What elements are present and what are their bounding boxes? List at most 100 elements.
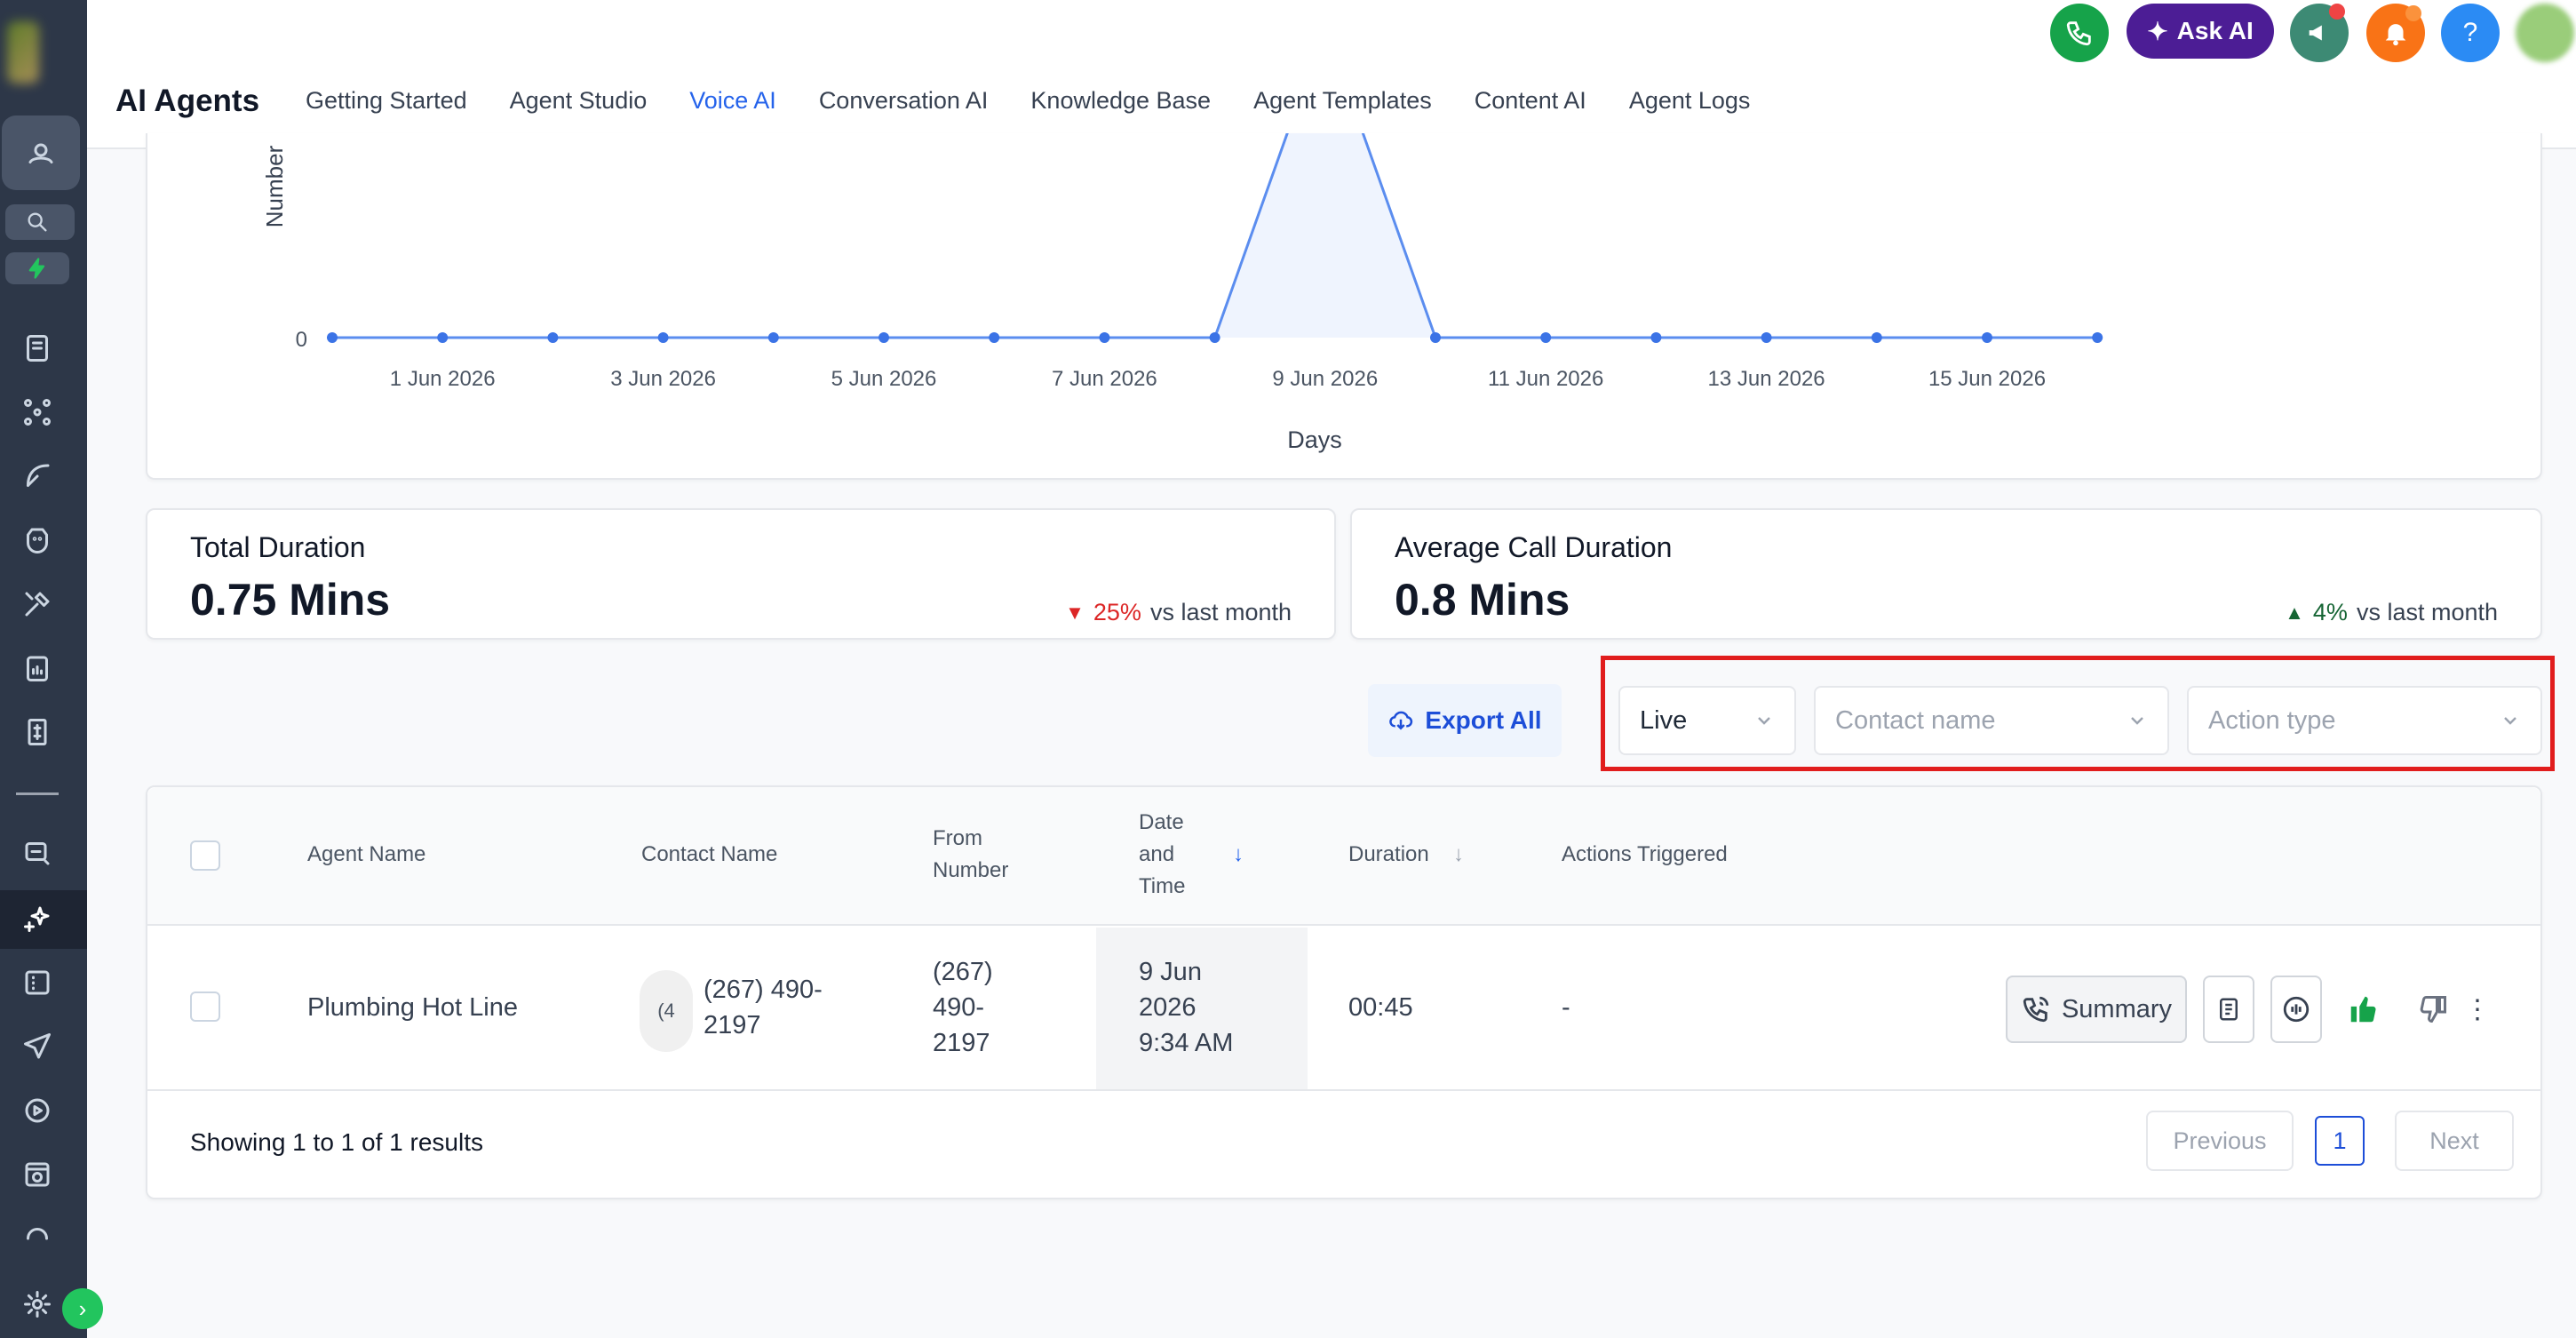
sidebar-item-ai-agents[interactable]	[18, 899, 57, 938]
thumbs-down-button[interactable]	[2407, 976, 2459, 1043]
sidebar-item-network[interactable]	[18, 393, 57, 432]
sort-desc-icon[interactable]: ↓	[1233, 839, 1244, 871]
sidebar-item-feather[interactable]	[18, 457, 57, 496]
trend-down-icon: ▼	[1065, 601, 1085, 624]
sidebar-item-marketing[interactable]	[18, 1027, 57, 1066]
help-button[interactable]: ?	[2441, 4, 2500, 62]
invoice-icon	[28, 719, 47, 745]
from-number: (267) 490- 2197	[933, 954, 993, 1061]
dog-icon	[27, 528, 48, 554]
data-point	[1982, 332, 1992, 343]
ask-ai-button[interactable]: ✦ Ask AI	[2127, 4, 2274, 59]
sidebar-item-settings[interactable]	[18, 1285, 57, 1324]
phone-icon	[2066, 21, 2091, 46]
calls-line-chart: 0 1 Jun 2026 3 Jun 2026 5 Jun 2026 7 Jun 202…	[261, 22, 2103, 453]
sort-icon[interactable]: ↓	[1453, 839, 1464, 871]
sidebar-item-web[interactable]	[18, 1155, 57, 1194]
col-actions-triggered: Actions Triggered	[1562, 842, 1728, 866]
col-date-time[interactable]: Date and Time	[1139, 807, 1185, 903]
col-duration[interactable]: Duration	[1348, 839, 1429, 871]
agent-name[interactable]: Plumbing Hot Line	[307, 990, 518, 1025]
recording-button[interactable]	[2270, 976, 2322, 1043]
sidebar-item-notebook[interactable]	[18, 329, 57, 368]
thumbs-up-button[interactable]	[2338, 976, 2389, 1043]
sidebar-item-pet[interactable]	[18, 521, 57, 560]
gear-icon	[24, 1291, 51, 1318]
more-options-icon[interactable]: ⋮	[2462, 976, 2493, 1043]
sidebar-item-tasks[interactable]	[18, 833, 57, 872]
col-agent-name[interactable]: Agent Name	[307, 839, 425, 871]
action-type-select[interactable]: Action type	[2187, 686, 2542, 755]
previous-page-button[interactable]: Previous	[2146, 1111, 2294, 1171]
quick-actions-button[interactable]	[5, 252, 69, 284]
row-checkbox[interactable]	[190, 992, 220, 1022]
phone-button[interactable]	[2050, 4, 2109, 62]
nav-tabs: Getting Started Agent Studio Voice AI Co…	[284, 80, 1771, 138]
sidebar-item-tools[interactable]	[18, 585, 57, 624]
export-all-button[interactable]: Export All	[1368, 684, 1562, 757]
tab-agent-templates[interactable]: Agent Templates	[1232, 80, 1453, 138]
x-tick-label: 11 Jun 2026	[1488, 367, 1603, 391]
notebook-icon	[27, 335, 48, 362]
stat-trend: ▲ 4% vs last month	[2285, 599, 2498, 626]
tab-voice-ai[interactable]: Voice AI	[668, 80, 798, 138]
summary-button[interactable]: Summary	[2006, 976, 2187, 1043]
header-line: Time	[1139, 874, 1186, 898]
tab-knowledge-base[interactable]: Knowledge Base	[1009, 80, 1232, 138]
stat-title: Total Duration	[190, 531, 366, 563]
x-tick-label: 3 Jun 2026	[610, 367, 716, 391]
data-point	[1761, 332, 1772, 343]
trend-percent: 4%	[2312, 599, 2348, 625]
tab-getting-started[interactable]: Getting Started	[284, 80, 489, 138]
trend-text: vs last month	[2356, 599, 2498, 625]
col-contact-name[interactable]: Contact Name	[641, 839, 777, 871]
stat-title: Average Call Duration	[1395, 531, 1673, 563]
text-line: 490-	[933, 993, 985, 1022]
chevron-right-icon: ›	[78, 1294, 87, 1322]
contact-name-select[interactable]: Contact name	[1814, 686, 2169, 755]
document-icon	[2220, 998, 2238, 1021]
sidebar-item-support[interactable]	[18, 1214, 57, 1253]
page-1-button[interactable]: 1	[2315, 1116, 2365, 1166]
contact-name[interactable]: (267) 490- 2197	[704, 972, 823, 1043]
sidebar-item-media[interactable]	[18, 1091, 57, 1130]
data-point	[2092, 332, 2103, 343]
sidebar-search-button[interactable]	[5, 204, 75, 240]
results-count: Showing 1 to 1 of 1 results	[190, 1128, 483, 1156]
data-point	[1099, 332, 1110, 343]
sidebar-item-billing[interactable]	[18, 713, 57, 752]
data-point	[879, 332, 889, 343]
tab-conversation-ai[interactable]: Conversation AI	[798, 80, 1010, 138]
data-point	[767, 332, 779, 343]
tab-content-ai[interactable]: Content AI	[1453, 80, 1608, 138]
data-point	[657, 332, 669, 343]
text-line: (267) 490-	[704, 976, 823, 1004]
data-point	[1209, 332, 1220, 343]
feather-icon	[27, 464, 50, 487]
ask-ai-label: Ask AI	[2176, 17, 2254, 44]
tools-icon	[25, 592, 50, 617]
sidebar-expand-button[interactable]: ›	[62, 1288, 103, 1329]
data-point	[989, 332, 1000, 343]
total-duration-card: Total Duration 0.75 Mins ▼ 25% vs last m…	[146, 508, 1336, 640]
transcript-button[interactable]	[2203, 976, 2254, 1043]
avatar[interactable]	[2516, 4, 2574, 62]
account-switcher[interactable]	[2, 115, 80, 190]
sidebar-item-sites[interactable]	[18, 963, 57, 1002]
next-page-button[interactable]: Next	[2395, 1111, 2514, 1171]
tab-agent-logs[interactable]: Agent Logs	[1608, 80, 1772, 138]
data-point	[1430, 332, 1441, 343]
select-all-checkbox[interactable]	[190, 840, 220, 871]
col-from-number[interactable]: From Number	[933, 823, 1008, 887]
status-select[interactable]: Live	[1618, 686, 1796, 755]
row-divider	[147, 1089, 2540, 1091]
browser-globe-icon	[25, 1162, 50, 1187]
brand-logo[interactable]	[7, 21, 39, 84]
sparkles-icon	[24, 906, 50, 932]
tab-agent-studio[interactable]: Agent Studio	[489, 80, 669, 138]
text-line: 2197	[933, 1029, 990, 1057]
sidebar-item-reports[interactable]	[18, 649, 57, 688]
thumbs-down-icon	[2420, 996, 2446, 1023]
x-tick-label: 5 Jun 2026	[831, 367, 937, 391]
header-line: From	[933, 826, 982, 850]
